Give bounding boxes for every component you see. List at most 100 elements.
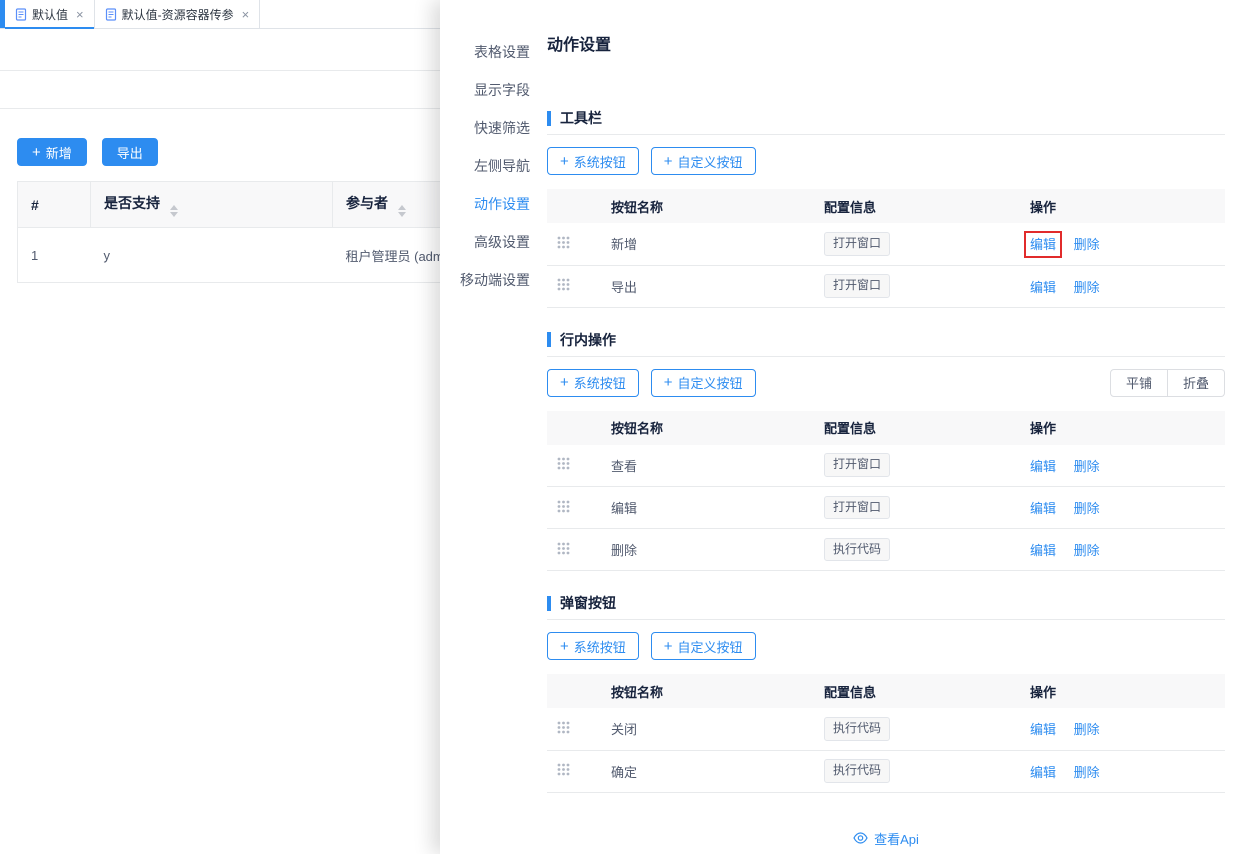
nav-item-advanced-settings[interactable]: 高级设置: [440, 223, 537, 261]
nav-item-action-settings[interactable]: 动作设置: [440, 185, 537, 223]
button-row: 确定 执行代码 编辑 删除: [547, 750, 1225, 792]
section-buttons: + 系统按钮 + 自定义按钮: [547, 632, 1225, 660]
divider: [0, 108, 460, 109]
button-name: 新增: [603, 223, 816, 265]
collapse-button[interactable]: 折叠: [1168, 369, 1225, 397]
nav-item-quick-filter[interactable]: 快速筛选: [440, 109, 537, 147]
drawer-content: 动作设置 工具栏 + 系统按钮 + 自定义按钮: [537, 0, 1237, 854]
system-button-add[interactable]: + 系统按钮: [547, 147, 639, 175]
button-row: 导出 打开窗口 编辑 删除: [547, 265, 1225, 307]
delete-link[interactable]: 删除: [1074, 765, 1100, 780]
config-tag: 执行代码: [824, 717, 890, 741]
custom-button-add[interactable]: + 自定义按钮: [651, 147, 756, 175]
drag-handle-icon[interactable]: [555, 236, 570, 249]
delete-link[interactable]: 删除: [1074, 280, 1100, 295]
section-header: 工具栏: [547, 110, 1225, 126]
view-api-link[interactable]: 查看Api: [547, 829, 1225, 848]
tab-label: 默认值-资源容器传参: [122, 6, 234, 23]
section-buttons: + 系统按钮 + 自定义按钮 平铺 折叠: [547, 369, 1225, 397]
close-icon[interactable]: ×: [76, 8, 84, 21]
column-header-action: 操作: [1022, 411, 1225, 445]
edit-link[interactable]: 编辑: [1030, 543, 1056, 558]
drag-handle-icon[interactable]: [555, 500, 570, 513]
delete-link[interactable]: 删除: [1074, 501, 1100, 516]
tab-default-value-resource-container[interactable]: 默认值-资源容器传参 ×: [95, 0, 261, 28]
nav-item-mobile-settings[interactable]: 移动端设置: [440, 261, 537, 299]
edit-link[interactable]: 编辑: [1030, 722, 1056, 737]
config-tag: 打开窗口: [824, 232, 890, 256]
delete-link[interactable]: 删除: [1074, 237, 1100, 252]
drawer-title: 动作设置: [547, 36, 1225, 56]
tile-button[interactable]: 平铺: [1110, 369, 1168, 397]
button-name: 查看: [603, 445, 816, 487]
export-button-label: 导出: [117, 143, 143, 162]
edit-link[interactable]: 编辑: [1030, 459, 1056, 474]
view-api-label: 查看Api: [874, 829, 919, 848]
divider: [547, 134, 1225, 135]
plus-icon: +: [664, 375, 673, 390]
section-title: 弹窗按钮: [560, 593, 616, 613]
add-button[interactable]: + 新增: [17, 138, 87, 166]
delete-link[interactable]: 删除: [1074, 722, 1100, 737]
cell-support: y: [91, 228, 333, 283]
column-header-config-info: 配置信息: [816, 411, 1022, 445]
sort-icon[interactable]: [398, 205, 406, 217]
column-header-action: 操作: [1022, 674, 1225, 708]
button-row: 新增 打开窗口 编辑 删除: [547, 223, 1225, 265]
add-button-label: 新增: [46, 143, 72, 162]
nav-item-table-settings[interactable]: 表格设置: [440, 33, 537, 71]
custom-button-add[interactable]: + 自定义按钮: [651, 632, 756, 660]
edit-link[interactable]: 编辑: [1030, 501, 1056, 516]
cell-index: 1: [18, 228, 91, 283]
button-row: 关闭 执行代码 编辑 删除: [547, 708, 1225, 750]
plus-icon: +: [560, 375, 569, 390]
page-toolbar: + 新增 导出: [17, 138, 158, 166]
button-row: 查看 打开窗口 编辑 删除: [547, 445, 1225, 487]
section-header: 行内操作: [547, 332, 1225, 348]
column-header-button-name: 按钮名称: [603, 189, 816, 223]
layout-toggle-group: 平铺 折叠: [1110, 369, 1225, 397]
column-header-config-info: 配置信息: [816, 674, 1022, 708]
column-header-drag: [547, 411, 603, 445]
drag-handle-icon[interactable]: [555, 721, 570, 734]
drag-handle-icon[interactable]: [555, 278, 570, 291]
column-header-config-info: 配置信息: [816, 189, 1022, 223]
delete-link[interactable]: 删除: [1074, 543, 1100, 558]
system-button-add[interactable]: + 系统按钮: [547, 369, 639, 397]
section-dialog-buttons: 弹窗按钮 + 系统按钮 + 自定义按钮 按钮名称: [547, 595, 1225, 793]
section-toolbar: 工具栏 + 系统按钮 + 自定义按钮 按钮名称: [547, 110, 1225, 308]
edit-link[interactable]: 编辑: [1030, 280, 1056, 295]
column-header-button-name: 按钮名称: [603, 411, 816, 445]
button-name: 导出: [603, 265, 816, 307]
section-title: 工具栏: [560, 108, 602, 128]
button-name: 关闭: [603, 708, 816, 750]
plus-icon: +: [32, 145, 41, 160]
sort-icon[interactable]: [170, 205, 178, 217]
edit-link-highlighted[interactable]: 编辑: [1030, 237, 1056, 252]
section-accent-bar: [547, 596, 551, 611]
close-icon[interactable]: ×: [242, 8, 250, 21]
plus-icon: +: [560, 639, 569, 654]
tab-default-value[interactable]: 默认值 ×: [5, 0, 95, 28]
column-header-drag: [547, 189, 603, 223]
document-icon: [15, 8, 27, 21]
delete-link[interactable]: 删除: [1074, 459, 1100, 474]
custom-button-add[interactable]: + 自定义按钮: [651, 369, 756, 397]
nav-item-display-fields[interactable]: 显示字段: [440, 71, 537, 109]
column-header-support: 是否支持: [91, 182, 333, 228]
drawer-anchor-nav: 表格设置 显示字段 快速筛选 左侧导航 动作设置 高级设置 移动端设置: [440, 0, 537, 854]
button-name: 删除: [603, 529, 816, 571]
system-button-add[interactable]: + 系统按钮: [547, 632, 639, 660]
column-header-button-name: 按钮名称: [603, 674, 816, 708]
drag-handle-icon[interactable]: [555, 457, 570, 470]
plus-icon: +: [664, 639, 673, 654]
edit-link[interactable]: 编辑: [1030, 765, 1056, 780]
nav-item-left-navigation[interactable]: 左侧导航: [440, 147, 537, 185]
drag-handle-icon[interactable]: [555, 542, 570, 555]
export-button[interactable]: 导出: [102, 138, 158, 166]
buttons-table: 按钮名称 配置信息 操作 新增 打开窗口 编辑 删除: [547, 189, 1225, 308]
drag-handle-icon[interactable]: [555, 763, 570, 776]
document-icon: [105, 8, 117, 21]
config-tag: 打开窗口: [824, 453, 890, 477]
config-tag: 打开窗口: [824, 274, 890, 298]
